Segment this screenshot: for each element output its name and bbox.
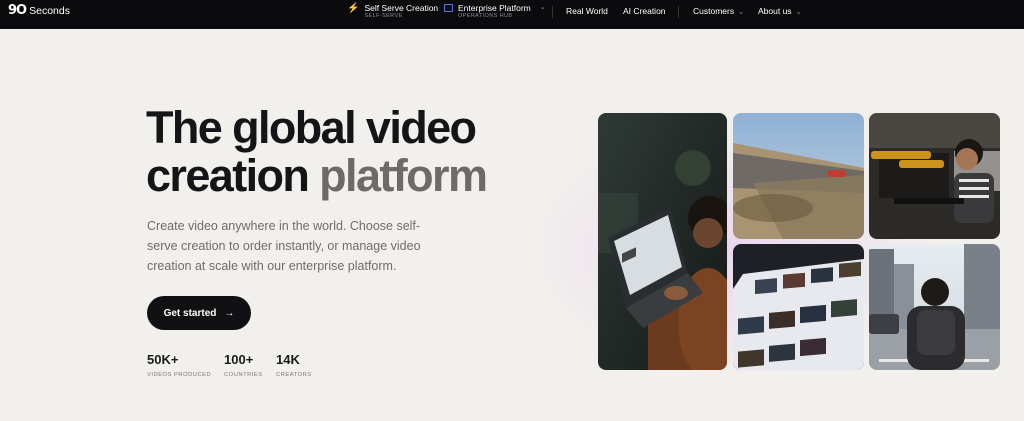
hero-title-line2-dark: creation bbox=[146, 150, 320, 201]
nav-real-world[interactable]: Real World bbox=[566, 6, 608, 16]
nav-about-label: About us bbox=[758, 6, 792, 16]
nav-self-serve-sub: SELF-SERVE bbox=[364, 13, 403, 19]
nav-ai-creation[interactable]: AI Creation bbox=[623, 6, 666, 16]
arrow-right-icon: → bbox=[224, 307, 235, 319]
hero-description: Create video anywhere in the world. Choo… bbox=[147, 219, 421, 273]
hero-title: The global video creation platform bbox=[146, 102, 488, 201]
stat-countries: 100+ COUNTRIES bbox=[224, 352, 263, 378]
image-person-using-laptop bbox=[598, 113, 727, 370]
image-desert-road bbox=[733, 113, 864, 239]
chevron-down-icon: ⌄ bbox=[738, 9, 744, 16]
logo-text: Seconds bbox=[29, 4, 70, 17]
nav-self-serve-label: Self Serve Creation bbox=[364, 3, 439, 13]
logo[interactable]: 9O Seconds bbox=[8, 3, 70, 18]
hero-title-line1: The global video bbox=[146, 102, 477, 153]
monitor-icon bbox=[444, 4, 453, 12]
get-started-label: Get started bbox=[163, 307, 217, 319]
stat-videos-produced: 50K+ VIDEOS PRODUCED bbox=[147, 352, 211, 378]
get-started-button[interactable]: Get started → bbox=[147, 296, 251, 330]
chevron-down-icon: ⌄ bbox=[795, 9, 802, 16]
image-person-in-city bbox=[869, 244, 1000, 370]
image-person-filming bbox=[869, 113, 1000, 239]
stat-label: VIDEOS PRODUCED bbox=[147, 372, 212, 378]
stat-value: 50K+ bbox=[147, 352, 179, 367]
nav-divider bbox=[552, 6, 553, 18]
image-video-dashboard bbox=[733, 244, 864, 370]
stat-value: 100+ bbox=[224, 352, 254, 367]
nav-enterprise-sub: OPERATIONS HUB bbox=[458, 13, 513, 19]
logo-mark: 9O bbox=[8, 3, 27, 18]
nav-customers[interactable]: Customers ⌄ bbox=[693, 6, 744, 16]
nav-customers-label: Customers bbox=[693, 6, 735, 16]
nav-self-serve-creation[interactable]: ⚡ Self Serve Creation SELF-SERVE bbox=[347, 3, 438, 20]
nav-enterprise-label: Enterprise Platform bbox=[458, 3, 531, 13]
nav-about-us[interactable]: About us ⌄ bbox=[758, 6, 801, 16]
stat-label: COUNTRIES bbox=[224, 372, 263, 378]
stat-creators: 14K CREATORS bbox=[276, 352, 312, 378]
bolt-icon: ⚡ bbox=[347, 3, 360, 14]
top-navbar: 9O Seconds ⚡ Self Serve Creation SELF-SE… bbox=[0, 0, 1024, 29]
hero-title-line2-grey: platform bbox=[319, 150, 488, 201]
stat-label: CREATORS bbox=[276, 372, 312, 378]
stat-value: 14K bbox=[276, 352, 300, 367]
chevron-down-icon: ⌄ bbox=[539, 4, 546, 11]
nav-enterprise-platform[interactable]: Enterprise Platform OPERATIONS HUB ⌄ bbox=[444, 3, 546, 20]
nav-divider bbox=[678, 6, 679, 18]
